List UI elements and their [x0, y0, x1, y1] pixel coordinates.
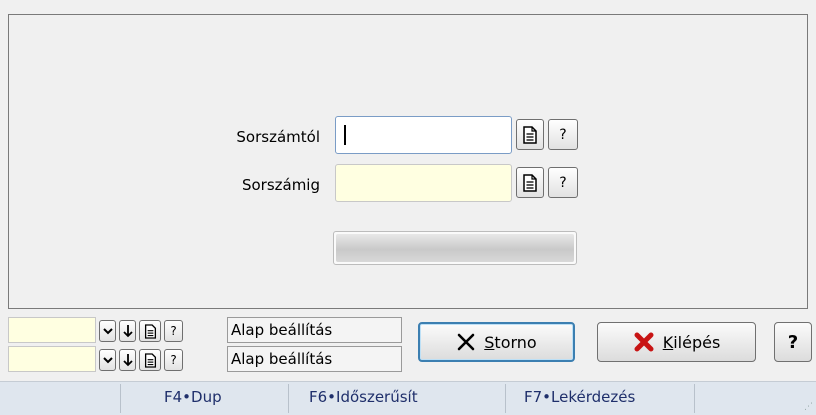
- arrow-down-icon: [122, 325, 133, 338]
- setting-code-input[interactable]: [8, 346, 96, 372]
- chevron-down-icon: [102, 357, 113, 364]
- document-button[interactable]: [139, 349, 161, 371]
- storno-button[interactable]: Storno: [418, 322, 575, 362]
- help-button-main[interactable]: ?: [774, 322, 812, 362]
- arrow-down-button[interactable]: [119, 320, 136, 342]
- document-icon: [523, 173, 537, 192]
- storno-mnemonic: S: [484, 332, 495, 352]
- separator: [288, 384, 289, 413]
- document-picker-button[interactable]: [516, 167, 544, 198]
- text-caret: [344, 125, 346, 145]
- document-button[interactable]: [139, 320, 161, 342]
- help-glyph: ?: [170, 324, 177, 338]
- document-icon: [144, 352, 156, 368]
- close-icon: [457, 333, 475, 351]
- help-button[interactable]: ?: [548, 167, 578, 198]
- help-button[interactable]: ?: [548, 119, 578, 150]
- setting-label: Alap beállítás: [227, 346, 402, 372]
- status-f4-dup[interactable]: F4•Dup: [164, 388, 222, 406]
- progress-fill: [336, 234, 574, 262]
- status-f6-refresh[interactable]: F6•Időszerűsít: [309, 388, 418, 406]
- help-glyph: ?: [559, 126, 567, 143]
- storno-label-rest: torno: [494, 332, 537, 352]
- document-picker-button[interactable]: [516, 119, 544, 150]
- to-input[interactable]: [335, 164, 512, 202]
- from-label: Sorszámtól: [236, 128, 320, 146]
- dropdown-button[interactable]: [99, 349, 116, 371]
- exit-label: Kilépés: [663, 333, 721, 352]
- separator: [505, 384, 506, 413]
- arrow-down-icon: [122, 354, 133, 367]
- help-button[interactable]: ?: [164, 349, 183, 371]
- separator: [694, 384, 695, 413]
- document-icon: [144, 323, 156, 339]
- storno-label: Storno: [484, 333, 536, 352]
- progress-bar: [333, 231, 577, 265]
- from-input[interactable]: [335, 116, 512, 154]
- status-bar: F4•Dup F6•Időszerűsít F7•Lekérdezés ⋰: [0, 381, 816, 415]
- setting-code-input[interactable]: [8, 317, 96, 343]
- help-glyph: ?: [170, 353, 177, 367]
- arrow-down-button[interactable]: [119, 349, 136, 371]
- settings-row: ? Alap beállítás: [0, 317, 420, 345]
- exit-x-icon: [634, 332, 654, 352]
- help-button[interactable]: ?: [164, 320, 183, 342]
- dropdown-button[interactable]: [99, 320, 116, 342]
- help-glyph: ?: [559, 174, 567, 191]
- exit-button[interactable]: Kilépés: [597, 322, 756, 362]
- help-glyph: ?: [787, 331, 799, 353]
- resize-grip[interactable]: ⋰: [804, 402, 813, 412]
- exit-mnemonic: K: [662, 332, 674, 352]
- to-label: Sorszámig: [241, 176, 320, 194]
- separator: [120, 384, 121, 413]
- document-icon: [523, 125, 537, 144]
- settings-row: ? Alap beállítás: [0, 346, 420, 374]
- status-f7-query[interactable]: F7•Lekérdezés: [524, 388, 635, 406]
- chevron-down-icon: [102, 328, 113, 335]
- setting-label: Alap beállítás: [227, 317, 402, 343]
- exit-label-rest: ilépés: [673, 332, 721, 352]
